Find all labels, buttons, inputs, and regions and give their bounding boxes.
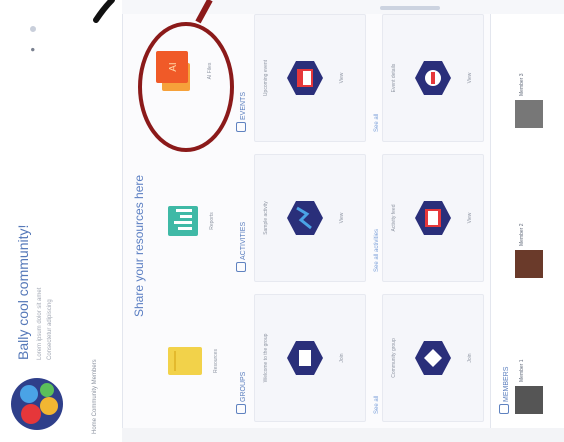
activities-see-all-link[interactable]: See all activities (374, 229, 380, 272)
event-badge-icon (415, 61, 451, 95)
header-tabs[interactable]: Home Community Members (92, 359, 98, 434)
card-footer[interactable]: Join (467, 353, 473, 362)
page-subtitle-2: Consectetur adipiscing (47, 299, 53, 360)
card-caption: Event details (391, 63, 397, 93)
page-subtitle: Lorem ipsum dolor sit amet (37, 287, 43, 360)
card-caption: Welcome to the group (263, 333, 269, 383)
groups-icon (236, 404, 246, 414)
member-name: Member 3 (519, 73, 525, 96)
card-footer[interactable]: View (467, 213, 473, 224)
card-caption: Sample activity (263, 201, 269, 235)
category-ai-files[interactable]: AI AI Files (156, 26, 213, 116)
activity-card[interactable]: Activity feed View (382, 154, 484, 282)
category-label: AI Files (207, 62, 213, 80)
card-caption: Activity feed (391, 204, 397, 232)
member-name: Member 2 (519, 223, 525, 246)
bar-chart-icon (168, 206, 198, 236)
activity-icon (236, 262, 246, 272)
card-caption: Community group (391, 338, 397, 378)
activity-card[interactable]: Sample activity View (254, 154, 366, 282)
event-card[interactable]: Upcoming event View (254, 14, 366, 142)
group-card[interactable]: Welcome to the group Join (254, 294, 366, 422)
member-item[interactable]: Member 1 (515, 324, 555, 414)
avatar[interactable] (515, 386, 543, 414)
svg-text:AI: AI (168, 62, 179, 71)
page-title: Bally cool community! (15, 224, 31, 360)
left-rail (122, 428, 564, 442)
member-item[interactable]: Member 3 (515, 38, 555, 128)
members-section: MEMBERS Member 1 Member 2 Member 3 (490, 0, 564, 428)
calendar-icon (236, 122, 246, 132)
section-activities[interactable]: ACTIVITIES (236, 222, 247, 272)
folder-icon (168, 347, 202, 375)
activity-badge-icon (287, 201, 323, 235)
category-resources[interactable]: Resources (168, 316, 219, 406)
group-badge-icon (287, 341, 323, 375)
user-icon (499, 404, 509, 414)
category-label: Reports (209, 212, 215, 230)
menu-icon[interactable] (30, 26, 36, 32)
category-label: Resources (213, 349, 219, 373)
groups-see-all-link[interactable]: See all (374, 396, 380, 414)
avatar[interactable] (515, 250, 543, 278)
members-title: MEMBERS (499, 367, 510, 414)
card-footer[interactable]: View (339, 213, 345, 224)
card-footer[interactable]: View (467, 73, 473, 84)
section-groups[interactable]: GROUPS (236, 372, 247, 414)
event-badge-icon (287, 61, 323, 95)
group-card[interactable]: Community group Join (382, 294, 484, 422)
activity-badge-icon (415, 201, 451, 235)
card-footer[interactable]: View (339, 73, 345, 84)
event-card[interactable]: Event details View (382, 14, 484, 142)
right-rail (122, 0, 564, 14)
share-heading: Share your resources here (132, 174, 146, 317)
card-footer[interactable]: Join (339, 353, 345, 362)
section-events[interactable]: EVENTS (236, 92, 247, 132)
avatar[interactable] (515, 100, 543, 128)
category-reports[interactable]: Reports (168, 176, 215, 266)
rotated-screenshot: Bally cool community! Lorem ipsum dolor … (0, 0, 564, 442)
card-caption: Upcoming event (263, 59, 269, 97)
ai-files-icon: AI (156, 51, 190, 91)
member-name: Member 1 (519, 359, 525, 382)
group-badge-icon (415, 341, 451, 375)
community-logo (11, 378, 63, 430)
member-item[interactable]: Member 2 (515, 188, 555, 278)
user-icon[interactable]: ● (28, 42, 38, 52)
scrollbar-thumb[interactable] (380, 6, 440, 10)
page-header: Bally cool community! Lorem ipsum dolor … (0, 0, 123, 442)
events-see-all-link[interactable]: See all (374, 114, 380, 132)
